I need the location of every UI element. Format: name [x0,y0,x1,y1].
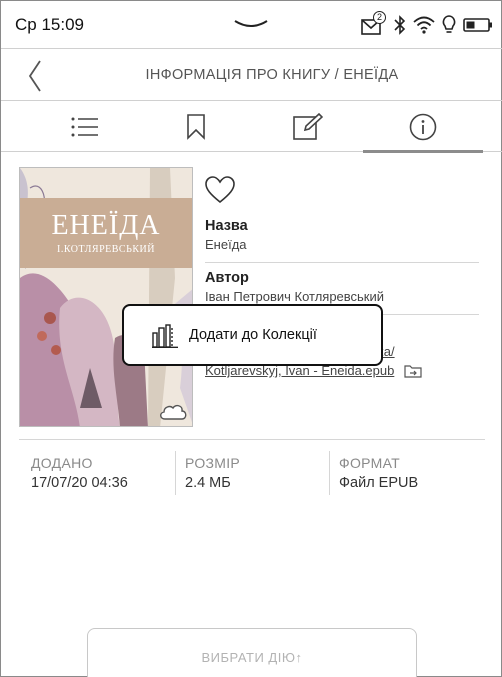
list-icon [71,117,98,137]
title-label: Назва [205,218,248,234]
status-bar: Ср 15:09 2 [1,1,502,49]
divider [19,439,485,440]
tab-info[interactable] [363,102,483,153]
mail-count-badge: 2 [373,11,386,24]
device-screen: Ср 15:09 2 ІНФОРМАЦІЯ ПРО КНИГУ / ЕНЕЇДА… [0,0,502,677]
add-to-collection-label: Додати до Колекції [189,327,317,343]
mail-icon[interactable]: 2 [361,11,387,36]
author-value: Іван Петрович Котляревський [205,289,385,304]
note-edit-icon [293,113,323,140]
favorite-heart-icon[interactable] [205,176,235,204]
added-info: ДОДАНО 17/07/20 04:36 [31,455,181,491]
back-arrow-icon[interactable] [25,58,45,94]
header-bar: ІНФОРМАЦІЯ ПРО КНИГУ / ЕНЕЇДА [1,50,502,101]
book-cover[interactable]: ЕНЕЇДА І.КОТЛЯРЕВСЬКИЙ [19,167,193,427]
status-icons: 2 [361,11,493,38]
pulldown-chevron-icon[interactable] [233,19,269,31]
frontlight-icon [442,15,456,33]
info-icon [409,113,437,141]
bookmark-icon [187,114,205,140]
select-action-button[interactable]: ВИБРАТИ ДІЮ↑ [87,628,417,677]
cloud-icon [160,404,187,420]
bluetooth-icon [394,15,406,35]
divider [329,451,330,495]
add-to-collection-popup[interactable]: Додати до Колекції [122,304,383,366]
size-info: РОЗМІР 2.4 МБ [185,455,335,491]
size-value: 2.4 МБ [185,475,231,491]
cover-artwork [20,168,192,426]
open-folder-icon[interactable] [404,364,422,378]
cover-author: І.КОТЛЯРЕВСЬКИЙ [57,244,155,255]
page-title: ІНФОРМАЦІЯ ПРО КНИГУ / ЕНЕЇДА [145,67,399,83]
format-value: Файл EPUB [339,475,419,491]
tab-bookmarks[interactable] [136,102,256,152]
tab-contents[interactable] [25,102,145,152]
divider [175,451,176,495]
tab-notes[interactable] [248,102,368,152]
added-label: ДОДАНО [31,455,93,471]
format-label: ФОРМАТ [339,455,400,471]
collection-icon [152,324,178,348]
status-clock: Ср 15:09 [15,15,84,34]
author-field: Автор Іван Петрович Котляревський [205,270,479,304]
cover-title: ЕНЕЇДА [51,210,161,241]
tab-bar [1,102,502,153]
wifi-icon [413,16,435,34]
title-field: Назва Енеїда [205,218,479,252]
format-info: ФОРМАТ Файл EPUB [339,455,489,491]
battery-icon [463,18,492,32]
title-value: Енеїда [205,237,247,252]
size-label: РОЗМІР [185,455,241,471]
added-value: 17/07/20 04:36 [31,475,128,491]
author-label: Автор [205,270,249,286]
divider [205,262,479,263]
